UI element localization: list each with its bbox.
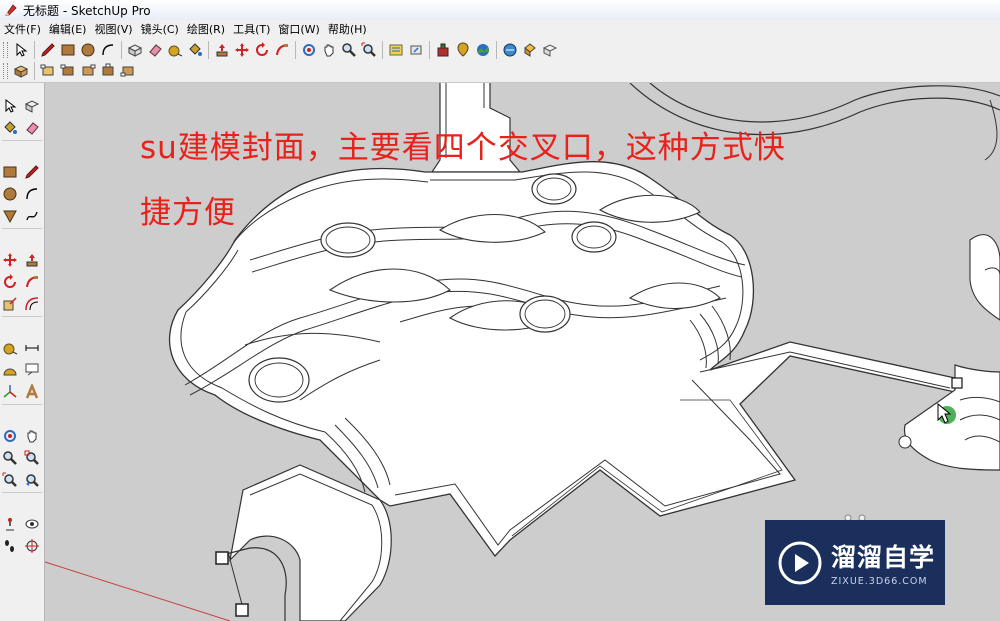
toolbar-separator: [429, 41, 430, 59]
toolbar-grip[interactable]: [3, 63, 8, 79]
left-view-icon[interactable]: [118, 61, 138, 81]
tape-measure-icon[interactable]: [165, 40, 185, 60]
toolbar-separator: [2, 316, 42, 319]
menu-help[interactable]: 帮助(H): [324, 21, 371, 37]
menu-window[interactable]: 窗口(W): [274, 21, 323, 37]
toolbar-separator: [382, 41, 383, 59]
zoom-icon[interactable]: [0, 448, 20, 468]
axes-icon[interactable]: [0, 382, 20, 402]
toolbar-separator: [208, 41, 209, 59]
rotate-icon[interactable]: [0, 272, 20, 292]
scale-icon[interactable]: [0, 294, 20, 314]
toolbar-grip[interactable]: [3, 42, 8, 58]
toolbar-separator: [2, 492, 42, 495]
3d-text-icon[interactable]: [22, 382, 42, 402]
views-toolbar: [0, 60, 1000, 83]
toolbar-separator: [34, 41, 35, 59]
toggle-terrain-icon[interactable]: [473, 40, 493, 60]
extension-icon[interactable]: [433, 40, 453, 60]
toolbar-separator: [34, 62, 35, 80]
right-view-icon[interactable]: [78, 61, 98, 81]
offset-icon[interactable]: [22, 294, 42, 314]
menu-bar: 文件(F) 编辑(E) 视图(V) 镜头(C) 绘图(R) 工具(T) 窗口(W…: [0, 20, 1000, 38]
geo-photo-icon[interactable]: [500, 40, 520, 60]
component-library-icon[interactable]: [540, 40, 560, 60]
play-logo-icon: [778, 541, 822, 584]
freehand-icon[interactable]: [22, 206, 42, 226]
circle-icon[interactable]: [0, 184, 20, 204]
pan-icon[interactable]: [319, 40, 339, 60]
make-component-icon[interactable]: [125, 40, 145, 60]
watermark-title: 溜溜自学: [831, 543, 936, 572]
front-view-icon[interactable]: [58, 61, 78, 81]
menu-view[interactable]: 视图(V): [90, 21, 136, 37]
orbit-icon[interactable]: [299, 40, 319, 60]
toolbar-separator: [121, 41, 122, 59]
polygon-icon[interactable]: [0, 206, 20, 226]
select-icon[interactable]: [0, 96, 20, 116]
zoom-window-icon[interactable]: [22, 448, 42, 468]
push-pull-icon[interactable]: [22, 250, 42, 270]
move-icon[interactable]: [0, 250, 20, 270]
left-toolbar: [0, 83, 45, 621]
dimension-icon[interactable]: [22, 338, 42, 358]
watermark-logo: 溜溜自学 ZIXUE.3D66.COM: [765, 520, 945, 605]
move-icon[interactable]: [232, 40, 252, 60]
pan-icon[interactable]: [22, 426, 42, 446]
annotation-line-1: su建模封面，主要看四个交叉口，这种方式快: [140, 130, 786, 166]
arc-icon[interactable]: [22, 184, 42, 204]
zoom-icon[interactable]: [339, 40, 359, 60]
previous-view-icon[interactable]: [22, 470, 42, 490]
menu-draw[interactable]: 绘图(R): [183, 21, 229, 37]
menu-file[interactable]: 文件(F): [0, 21, 45, 37]
make-component-icon[interactable]: [22, 96, 42, 116]
tape-measure-icon[interactable]: [0, 338, 20, 358]
add-location-icon[interactable]: [453, 40, 473, 60]
section-plane-icon[interactable]: [22, 536, 42, 556]
text-icon[interactable]: [22, 360, 42, 380]
circle-icon[interactable]: [78, 40, 98, 60]
select-icon[interactable]: [11, 40, 31, 60]
toolbar-separator: [2, 404, 42, 407]
watermark-subtitle: ZIXUE.3D66.COM: [831, 576, 928, 587]
window-title: 无标题 - SketchUp Pro: [23, 3, 151, 18]
menu-tools[interactable]: 工具(T): [229, 21, 274, 37]
rectangle-icon[interactable]: [58, 40, 78, 60]
rotate-icon[interactable]: [252, 40, 272, 60]
look-around-icon[interactable]: [22, 514, 42, 534]
eraser-icon[interactable]: [22, 118, 42, 138]
warehouse-icon[interactable]: [386, 40, 406, 60]
menu-edit[interactable]: 编辑(E): [45, 21, 91, 37]
top-view-icon[interactable]: [38, 61, 58, 81]
follow-me-icon[interactable]: [272, 40, 292, 60]
position-camera-icon[interactable]: [0, 514, 20, 534]
zoom-extents-icon[interactable]: [0, 470, 20, 490]
zoom-extents-icon[interactable]: [359, 40, 379, 60]
paint-bucket-icon[interactable]: [185, 40, 205, 60]
walk-icon[interactable]: [0, 536, 20, 556]
iso-view-icon[interactable]: [11, 61, 31, 81]
menu-camera[interactable]: 镜头(C): [137, 21, 183, 37]
rectangle-icon[interactable]: [0, 162, 20, 182]
toolbar-separator: [2, 140, 42, 143]
follow-me-icon[interactable]: [22, 272, 42, 292]
eraser-icon[interactable]: [145, 40, 165, 60]
share-model-icon[interactable]: [406, 40, 426, 60]
orbit-icon[interactable]: [0, 426, 20, 446]
pencil-icon[interactable]: [38, 40, 58, 60]
window-titlebar: 无标题 - SketchUp Pro: [0, 0, 1000, 21]
back-view-icon[interactable]: [98, 61, 118, 81]
arc-icon[interactable]: [98, 40, 118, 60]
paint-bucket-icon[interactable]: [0, 118, 20, 138]
line-icon[interactable]: [22, 162, 42, 182]
toolbar-separator: [496, 41, 497, 59]
toolbar-separator: [2, 228, 42, 231]
annotation-line-2: 捷方便: [140, 195, 236, 231]
toolbar-separator: [295, 41, 296, 59]
sketchup-app-icon: [5, 4, 17, 16]
preview-google-earth-icon[interactable]: [520, 40, 540, 60]
protractor-icon[interactable]: [0, 360, 20, 380]
push-pull-icon[interactable]: [212, 40, 232, 60]
